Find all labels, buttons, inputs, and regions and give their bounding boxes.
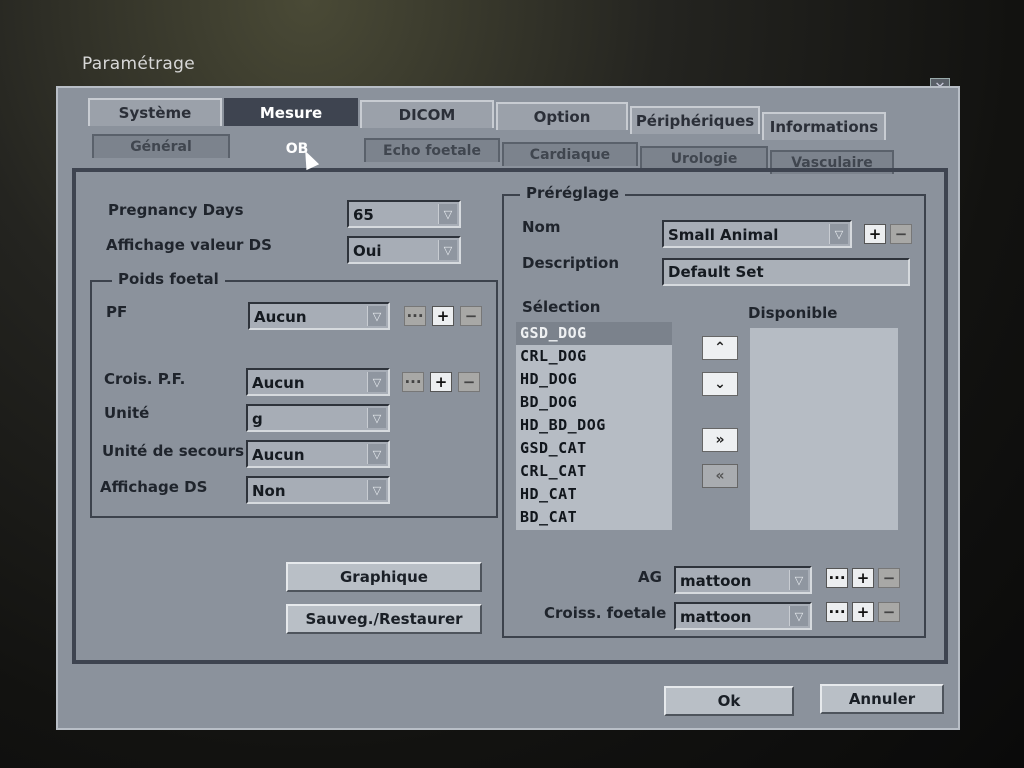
subtab-urologie[interactable]: Urologie — [640, 146, 768, 170]
prereglage-legend: Préréglage — [520, 184, 626, 202]
nom-value: Small Animal — [668, 226, 779, 244]
pf-more-button[interactable]: ··· — [404, 306, 426, 326]
list-item[interactable]: HD_BD_DOG — [516, 414, 672, 437]
list-item[interactable]: CRL_CAT — [516, 460, 672, 483]
tab-dicom[interactable]: DICOM — [360, 100, 494, 128]
disponible-label: Disponible — [748, 304, 838, 322]
unite-select[interactable]: g ▽ — [246, 404, 390, 432]
pregnancy-days-label: Pregnancy Days — [108, 201, 244, 219]
subtab-general[interactable]: Général — [92, 134, 230, 158]
list-item[interactable]: GSD_DOG — [516, 322, 672, 345]
unite-secours-label: Unité de secours — [102, 442, 245, 460]
dropdown-arrow-icon[interactable]: ▽ — [367, 444, 386, 464]
croiss-foetale-value: mattoon — [680, 608, 752, 626]
tab-mesure[interactable]: Mesure — [224, 98, 358, 126]
croiss-remove-button[interactable]: − — [878, 602, 900, 622]
remove-from-selection-button[interactable]: « — [702, 464, 738, 488]
poids-foetal-legend: Poids foetal — [112, 270, 225, 288]
ag-add-button[interactable]: + — [852, 568, 874, 588]
unite-secours-value: Aucun — [252, 446, 305, 464]
preset-add-button[interactable]: + — [864, 224, 886, 244]
tab-systeme[interactable]: Système — [88, 98, 222, 126]
croiss-foetale-select[interactable]: mattoon ▽ — [674, 602, 812, 630]
dropdown-arrow-icon[interactable]: ▽ — [438, 204, 457, 224]
affichage-valeur-ds-select[interactable]: Oui ▽ — [347, 236, 461, 264]
dropdown-arrow-icon[interactable]: ▽ — [789, 606, 808, 626]
pregnancy-days-value: 65 — [353, 206, 374, 224]
pf-remove-button[interactable]: − — [460, 306, 482, 326]
ag-more-button[interactable]: ··· — [826, 568, 848, 588]
move-up-button[interactable]: ⌃ — [702, 336, 738, 360]
selection-label: Sélection — [522, 298, 601, 316]
pregnancy-days-select[interactable]: 65 ▽ — [347, 200, 461, 228]
dropdown-arrow-icon[interactable]: ▽ — [367, 372, 386, 392]
tab-informations[interactable]: Informations — [762, 112, 886, 140]
move-down-button[interactable]: ⌄ — [702, 372, 738, 396]
affichage-ds-select[interactable]: Non ▽ — [246, 476, 390, 504]
description-label: Description — [522, 254, 620, 272]
list-item[interactable]: BD_DOG — [516, 391, 672, 414]
affichage-valeur-ds-value: Oui — [353, 242, 382, 260]
list-item[interactable]: GSD_CAT — [516, 437, 672, 460]
dropdown-arrow-icon[interactable]: ▽ — [367, 408, 386, 428]
preset-remove-button[interactable]: − — [890, 224, 912, 244]
subtab-echo-foetale[interactable]: Echo foetale — [364, 138, 500, 162]
subtab-ob[interactable]: OB — [232, 136, 362, 160]
unite-secours-select[interactable]: Aucun ▽ — [246, 440, 390, 468]
disponible-list[interactable] — [750, 328, 898, 530]
unite-label: Unité — [104, 404, 150, 422]
ag-select[interactable]: mattoon ▽ — [674, 566, 812, 594]
ag-remove-button[interactable]: − — [878, 568, 900, 588]
annuler-button[interactable]: Annuler — [820, 684, 944, 714]
list-item[interactable]: BD_CAT — [516, 506, 672, 529]
add-to-selection-button[interactable]: » — [702, 428, 738, 452]
ag-label: AG — [638, 568, 662, 586]
ag-value: mattoon — [680, 572, 752, 590]
tab-peripheriques[interactable]: Périphériques — [630, 106, 760, 134]
ok-button[interactable]: Ok — [664, 686, 794, 716]
dropdown-arrow-icon[interactable]: ▽ — [367, 480, 386, 500]
dropdown-arrow-icon[interactable]: ▽ — [438, 240, 457, 260]
selection-list[interactable]: GSD_DOG CRL_DOG HD_DOG BD_DOG HD_BD_DOG … — [516, 322, 672, 530]
affichage-ds-label: Affichage DS — [100, 478, 208, 496]
tab-option[interactable]: Option — [496, 102, 628, 130]
subtab-cardiaque[interactable]: Cardiaque — [502, 142, 638, 166]
crois-pf-remove-button[interactable]: − — [458, 372, 480, 392]
nom-select[interactable]: Small Animal ▽ — [662, 220, 852, 248]
crois-pf-label: Crois. P.F. — [104, 370, 186, 388]
list-item[interactable]: HD_DOG — [516, 368, 672, 391]
pf-select[interactable]: Aucun ▽ — [248, 302, 390, 330]
pf-add-button[interactable]: + — [432, 306, 454, 326]
crois-pf-select[interactable]: Aucun ▽ — [246, 368, 390, 396]
affichage-ds-value: Non — [252, 482, 286, 500]
pf-label: PF — [106, 303, 128, 321]
nom-label: Nom — [522, 218, 561, 236]
crois-pf-add-button[interactable]: + — [430, 372, 452, 392]
description-field[interactable]: Default Set — [662, 258, 910, 286]
dropdown-arrow-icon[interactable]: ▽ — [789, 570, 808, 590]
affichage-valeur-ds-label: Affichage valeur DS — [106, 236, 272, 254]
crois-pf-more-button[interactable]: ··· — [402, 372, 424, 392]
list-item[interactable]: CRL_DOG — [516, 345, 672, 368]
list-item[interactable]: HD_CAT — [516, 483, 672, 506]
unite-value: g — [252, 410, 263, 428]
dropdown-arrow-icon[interactable]: ▽ — [367, 306, 386, 326]
sauveg-restaurer-button[interactable]: Sauveg./Restaurer — [286, 604, 482, 634]
dropdown-arrow-icon[interactable]: ▽ — [829, 224, 848, 244]
croiss-foetale-label: Croiss. foetale — [544, 604, 667, 622]
croiss-add-button[interactable]: + — [852, 602, 874, 622]
graphique-button[interactable]: Graphique — [286, 562, 482, 592]
pf-value: Aucun — [254, 308, 307, 326]
dialog-title: Paramétrage — [82, 54, 195, 74]
settings-dialog: Système Mesure DICOM Option Périphérique… — [56, 86, 960, 730]
crois-pf-value: Aucun — [252, 374, 305, 392]
croiss-more-button[interactable]: ··· — [826, 602, 848, 622]
